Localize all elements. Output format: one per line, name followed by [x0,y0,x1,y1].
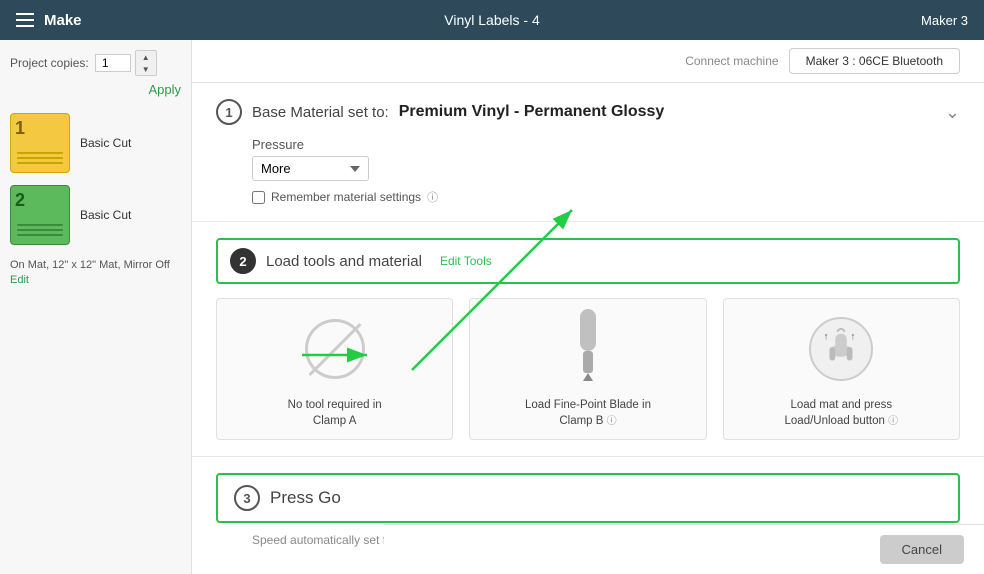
top-bar: Make Vinyl Labels - 4 Maker 3 [0,0,984,40]
mat-press-icon: ↑ ↑ [801,309,881,389]
section-1-header: 1 Base Material set to: Premium Vinyl - … [216,99,960,125]
connect-bar: Connect machine Maker 3 : 06CE Bluetooth [192,40,984,83]
mat-thumbnail-1: 1 [10,113,70,173]
blade-svg [570,309,606,389]
svg-text:↑: ↑ [851,331,856,342]
mat-label-2: Basic Cut [80,208,131,222]
tool-cards: No tool required inClamp A Load Fine-Poi… [216,298,960,440]
mat-info: On Mat, 12" x 12" Mat, Mirror Off [10,257,181,274]
mat-thumbnail-2: 2 [10,185,70,245]
tool-card-3: ↑ ↑ Load mat and pressLoad/Unload button… [723,298,960,440]
pressure-select[interactable]: More Default Less High Pressure [252,156,369,181]
pressure-row: Pressure [216,137,960,152]
step-circle-3: 3 [234,485,260,511]
pressure-select-row: More Default Less High Pressure [216,156,960,181]
section-3-header: 3 Press Go [216,473,960,523]
remember-checkbox[interactable] [252,191,265,204]
mat-item-1: 1 Basic Cut [10,107,181,179]
remember-label: Remember material settings [271,190,421,204]
material-name: Premium Vinyl - Permanent Glossy [399,103,665,121]
tool-card-label-1: No tool required inClamp A [288,397,382,429]
step-circle-1: 1 [216,99,242,125]
tool-card-label-2: Load Fine-Point Blade inClamp B ⓘ [525,397,651,429]
pressure-label: Pressure [252,137,304,152]
copies-down[interactable]: ▼ [136,63,156,75]
connect-label: Connect machine [685,54,778,68]
finger-svg: ↑ ↑ [821,324,861,374]
info-icon[interactable]: ⓘ [427,189,438,205]
mat-edit-link[interactable]: Edit [10,274,181,286]
section-2-header: 2 Load tools and material Edit Tools [216,238,960,284]
tool-card-label-3: Load mat and pressLoad/Unload button ⓘ [785,397,899,429]
mat-item-2: 2 Basic Cut [10,179,181,251]
project-copies-label: Project copies: [10,56,89,70]
make-label: Make [44,12,82,29]
edit-tools-link[interactable]: Edit Tools [440,254,492,268]
section1-prefix: Base Material set to: [252,104,389,121]
machine-label-right: Maker 3 [921,13,968,28]
chevron-down-icon[interactable]: ⌄ [945,102,960,123]
apply-button[interactable]: Apply [10,82,181,97]
mat-press-circle: ↑ ↑ [809,317,873,381]
copies-stepper[interactable]: ▲ ▼ [135,50,157,76]
bottom-bar: Cancel [384,524,984,574]
svg-text:↑: ↑ [824,331,829,342]
section-2: 2 Load tools and material Edit Tools No … [192,222,984,457]
mat-num-2: 2 [15,190,25,211]
cancel-button[interactable]: Cancel [880,535,964,564]
step-circle-2: 2 [230,248,256,274]
content-area: Connect machine Maker 3 : 06CE Bluetooth… [192,40,984,574]
hamburger-icon[interactable] [16,13,34,27]
remember-row: Remember material settings ⓘ [216,189,960,205]
tool-card-2: Load Fine-Point Blade inClamp B ⓘ [469,298,706,440]
copies-input[interactable] [95,54,131,72]
no-tool-circle [305,319,365,379]
section-1: 1 Base Material set to: Premium Vinyl - … [192,83,984,222]
copies-up[interactable]: ▲ [136,51,156,63]
project-copies-row: Project copies: ▲ ▼ [10,50,181,76]
connect-machine-button[interactable]: Maker 3 : 06CE Bluetooth [789,48,960,74]
blade-icon [548,309,628,389]
section3-title: Press Go [270,488,341,508]
mat-label-1: Basic Cut [80,136,131,150]
tool-card-1: No tool required inClamp A [216,298,453,440]
sidebar: Project copies: ▲ ▼ Apply 1 Basic Cut [0,40,192,574]
no-tool-icon [295,309,375,389]
mat-num-1: 1 [15,118,25,139]
main-layout: Project copies: ▲ ▼ Apply 1 Basic Cut [0,40,984,574]
page-title: Vinyl Labels - 4 [444,12,539,28]
section2-title: Load tools and material [266,253,422,270]
